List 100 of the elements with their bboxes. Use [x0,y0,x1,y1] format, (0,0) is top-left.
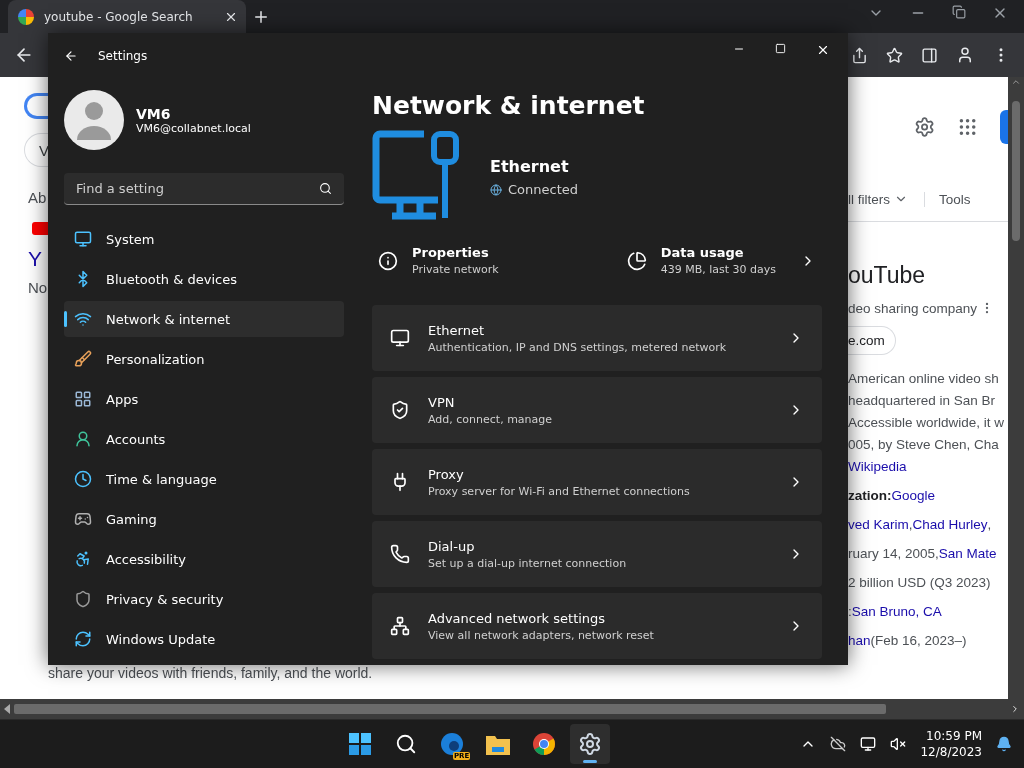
gamepad-icon [74,510,92,528]
search-box[interactable]: Find a setting [64,173,344,205]
settings-card[interactable]: Advanced network settings View all network adapters, network reset [372,593,822,659]
scroll-up-icon[interactable] [1011,77,1021,87]
search-field[interactable]: Find a setting [74,180,319,197]
shield-icon [74,590,92,608]
nav-item[interactable]: Network & internet [64,301,344,337]
card-subtitle: View all network adapters, network reset [428,628,655,642]
search-icon [395,733,418,755]
person-icon [74,430,92,448]
user-name: VM6 [136,105,172,122]
refresh-icon [74,630,92,648]
card-subtitle: Proxy server for Wi-Fi and Ethernet connections [428,484,691,498]
clock-date[interactable]: 12/8/2023 [920,745,982,759]
side-panel-icon[interactable] [921,46,938,64]
nav-item[interactable]: System [64,221,344,257]
fact-text: ruary 14, 2005, [848,545,939,561]
settings-card[interactable]: VPN Add, connect, manage [372,377,822,443]
nav-item[interactable]: Personalization [64,341,344,377]
cloud-off-icon[interactable] [830,736,847,752]
nav-item[interactable]: Privacy & security [64,581,344,617]
windows-icon [349,733,372,755]
tools-button[interactable]: Tools [924,191,971,207]
bell-icon[interactable] [996,736,1012,752]
clock-icon [74,470,92,488]
shield-icon [390,400,410,420]
fact-text: American online video sh [848,370,999,386]
mute-icon[interactable] [890,736,907,752]
taskbar-app[interactable] [570,724,611,764]
fact-text: Accessible worldwide, it w [848,414,1005,430]
browser-tab[interactable]: youtube - Google Search [8,0,246,33]
settings-card[interactable]: Proxy Proxy server for Wi-Fi and Ethernet connections [372,449,822,515]
settings-card[interactable]: Ethernet Authentication, IP and DNS settings, metered network [372,305,822,371]
network-icon [390,616,410,636]
link[interactable]: Wikipedia [848,458,907,474]
brush-icon [74,350,92,368]
scroll-right-icon[interactable] [1010,704,1020,714]
settings-card[interactable]: Dial-up Set up a dial-up internet connection [372,521,822,587]
wifi-icon [74,310,92,328]
nav-item[interactable]: Time & language [64,461,344,497]
fact-label: zation: [848,487,892,503]
search-icon [319,182,332,195]
nav-item[interactable]: Gaming [64,501,344,537]
panel-title: ouTube [848,262,927,290]
network-icon[interactable] [860,736,877,752]
link[interactable]: han [848,632,871,648]
panel-subtitle: deo sharing company [848,300,978,316]
card-title: Advanced network settings [428,610,607,626]
chrome-icon [532,732,557,756]
avatar[interactable] [64,90,124,150]
fact-text: (Feb 16, 2023–) [870,632,967,648]
gear-icon [578,732,603,756]
nav-item[interactable]: Windows Update [64,621,344,657]
clock-time[interactable]: 10:59 PM [926,729,982,743]
fact-text: : [848,603,852,619]
active-indicator [583,760,598,763]
settings-icon[interactable] [914,116,936,138]
nav-item[interactable]: Bluetooth & devices [64,261,344,297]
close-icon[interactable] [816,43,830,57]
monitor-icon [74,230,92,248]
info-icon [378,250,398,271]
window-title: Settings [98,49,148,63]
data-usage-link[interactable]: Data usage [660,245,776,260]
card-title: Ethernet [428,322,485,338]
card-subtitle: Authentication, IP and DNS settings, metered network [428,340,728,354]
connection-status: Connected [508,182,578,197]
result-title[interactable]: Y [28,247,42,271]
all-filters-button[interactable]: ll filters [848,191,890,207]
phone-icon [390,544,410,564]
data-usage-amount: 439 MB, last 30 days [660,263,776,276]
result-text: No [28,279,48,296]
profile-icon[interactable] [956,46,974,64]
network-type: Private network [412,263,499,276]
apps-icon [74,390,92,408]
fact-text: 005, by Steve Chen, Cha [848,436,999,452]
selection-indicator [64,311,67,327]
fact-text: headquartered in San Br [848,392,996,408]
properties-link[interactable]: Properties [412,245,499,260]
result-text: Ab [28,189,47,206]
sign-in-button[interactable] [1000,110,1008,144]
accessibility-icon [74,550,92,568]
maximize-icon[interactable] [775,43,786,54]
scroll-left-icon[interactable] [4,704,10,714]
result-snippet: share your videos with friends, family, and the world. [48,665,373,681]
nav-item[interactable]: Accessibility [64,541,344,577]
link[interactable]: San Mate [938,545,997,561]
card-title: VPN [428,394,456,410]
card-title: Proxy [428,466,465,482]
back-icon[interactable] [64,49,78,63]
connection-name: Ethernet [490,157,570,176]
scrollbar-thumb[interactable] [14,704,886,714]
share-icon[interactable] [851,46,868,64]
link[interactable]: ved Karim [848,516,909,532]
restore-icon[interactable] [952,4,966,19]
scrollbar-thumb[interactable] [1012,101,1020,241]
link[interactable]: Google [891,487,936,503]
nav-item[interactable]: Apps [64,381,344,417]
page-title: Network & internet [372,91,646,120]
nav-item[interactable]: Accounts [64,421,344,457]
star-icon[interactable] [886,46,903,64]
